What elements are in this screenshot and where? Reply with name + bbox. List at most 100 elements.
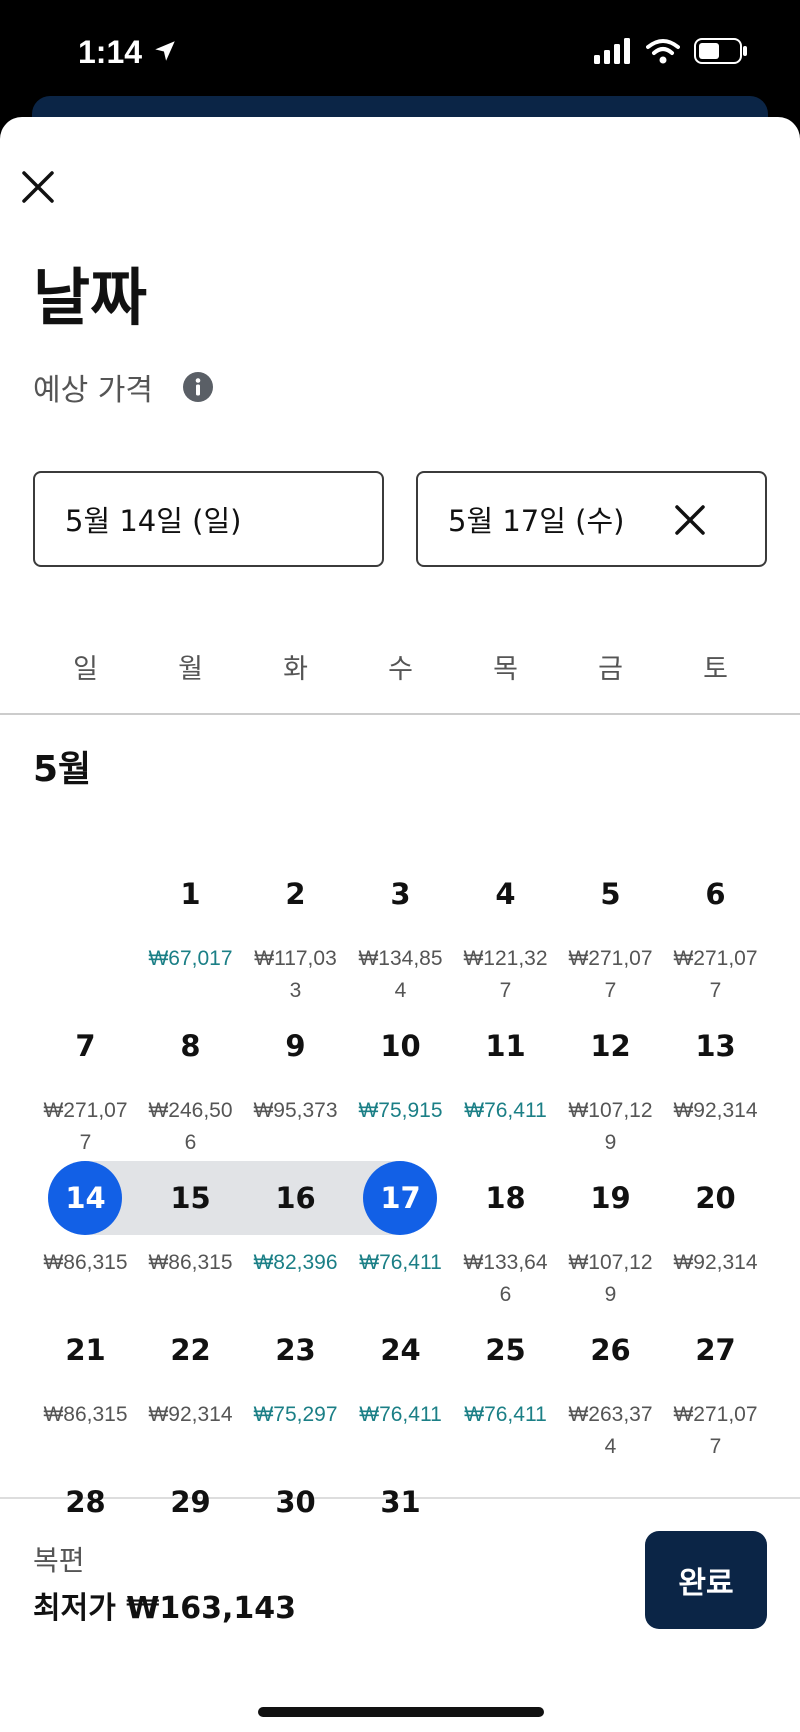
day-number: 6: [705, 877, 726, 911]
calendar-day-17[interactable]: 17 ₩76,411: [348, 1161, 453, 1313]
day-number: 19: [590, 1181, 631, 1215]
day-number: 15: [170, 1181, 211, 1215]
date-picker-sheet: 날짜 예상 가격 5월 14일 (일) 5월 17일 (수) 일 월 화 수 목 금 토 5…: [0, 117, 800, 1732]
day-price: ₩92,314: [148, 1403, 233, 1426]
battery-icon: [694, 38, 748, 68]
calendar-day-20[interactable]: 20 ₩92,314: [663, 1161, 768, 1313]
day-price: ₩86,315: [43, 1403, 128, 1426]
day-number: 2: [285, 877, 306, 911]
calendar-week-row: 7 ₩271,077 8 ₩246,506 9 ₩95,373 10 ₩75,915 11 ₩76…: [33, 1009, 768, 1161]
day-number: 25: [485, 1333, 526, 1367]
day-number: 1: [180, 877, 201, 911]
day-price: ₩271,077: [43, 1099, 128, 1154]
day-price: ₩92,314: [673, 1099, 758, 1122]
weekday-label: 화: [283, 654, 308, 685]
calendar-day-26[interactable]: 26 ₩263,374: [558, 1313, 663, 1465]
estimated-price-label: 예상 가격: [33, 373, 153, 408]
calendar-day-23[interactable]: 23 ₩75,297: [243, 1313, 348, 1465]
day-number: [33, 857, 138, 931]
day-number: 22: [170, 1333, 211, 1367]
day-price: ₩82,396: [253, 1251, 338, 1274]
day-number: 11: [485, 1029, 526, 1063]
calendar-day-11[interactable]: 11 ₩76,411: [453, 1009, 558, 1161]
calendar-day-18[interactable]: 18 ₩133,646: [453, 1161, 558, 1313]
info-icon[interactable]: [182, 372, 213, 402]
day-number: 29: [170, 1485, 211, 1519]
calendar-day-8[interactable]: 8 ₩246,506: [138, 1009, 243, 1161]
end-date-value: 5월 17일 (수): [448, 504, 625, 538]
day-number: 13: [695, 1029, 736, 1063]
day-price: ₩271,077: [673, 1403, 758, 1458]
day-price: ₩92,314: [673, 1251, 758, 1274]
day-number: 10: [380, 1029, 421, 1063]
status-bar: 1:14: [0, 0, 800, 110]
clear-date-button[interactable]: [673, 503, 707, 537]
calendar-day-1[interactable]: 1 ₩67,017: [138, 857, 243, 1009]
weekday-label: 월: [178, 654, 203, 685]
start-date-field[interactable]: 5월 14일 (일): [33, 471, 384, 567]
day-number: 27: [695, 1333, 736, 1367]
close-icon: [22, 171, 54, 203]
day-price: ₩263,374: [568, 1403, 653, 1458]
calendar-day-6[interactable]: 6 ₩271,077: [663, 857, 768, 1009]
calendar-day-21[interactable]: 21 ₩86,315: [33, 1313, 138, 1465]
day-price: ₩75,915: [358, 1099, 443, 1122]
calendar-day-16[interactable]: 16 ₩82,396: [243, 1161, 348, 1313]
day-number: 12: [590, 1029, 631, 1063]
page-title: 날짜: [33, 261, 148, 334]
close-button[interactable]: [18, 167, 58, 207]
day-price: ₩134,854: [358, 947, 443, 1002]
calendar-day-4[interactable]: 4 ₩121,327: [453, 857, 558, 1009]
day-price: ₩271,077: [568, 947, 653, 1002]
fare-type-label: 복편: [33, 1544, 85, 1577]
day-price: ₩86,315: [43, 1251, 128, 1274]
done-button[interactable]: 완료: [645, 1531, 767, 1629]
calendar-day-15[interactable]: 15 ₩86,315: [138, 1161, 243, 1313]
day-number: 20: [695, 1181, 736, 1215]
day-number: 16: [275, 1181, 316, 1215]
calendar-day-25[interactable]: 25 ₩76,411: [453, 1313, 558, 1465]
day-number: [558, 1465, 663, 1539]
calendar-empty-cell: [33, 857, 138, 1009]
weekday-label: 수: [388, 654, 413, 685]
calendar-day-5[interactable]: 5 ₩271,077: [558, 857, 663, 1009]
clear-icon: [675, 505, 705, 535]
location-arrow-icon: [152, 38, 178, 68]
day-price: ₩117,033: [254, 947, 337, 1002]
day-number: 8: [180, 1029, 201, 1063]
calendar-week-row: 14 ₩86,315 15 ₩86,315 16 ₩82,396 17 ₩76,411 18 ₩1…: [33, 1161, 768, 1313]
day-number: 21: [65, 1333, 106, 1367]
calendar-day-7[interactable]: 7 ₩271,077: [33, 1009, 138, 1161]
calendar-day-14[interactable]: 14 ₩86,315: [33, 1161, 138, 1313]
calendar-day-9[interactable]: 9 ₩95,373: [243, 1009, 348, 1161]
day-price: ₩246,506: [148, 1099, 233, 1154]
weekday-label: 금: [598, 654, 623, 685]
day-price: ₩76,411: [464, 1099, 547, 1122]
day-number: 7: [75, 1029, 96, 1063]
calendar-day-10[interactable]: 10 ₩75,915: [348, 1009, 453, 1161]
lowest-price-label: 최저가 ₩163,143: [33, 1591, 296, 1626]
calendar-day-24[interactable]: 24 ₩76,411: [348, 1313, 453, 1465]
day-price: ₩76,411: [464, 1403, 547, 1426]
calendar-day-2[interactable]: 2 ₩117,033: [243, 857, 348, 1009]
calendar-day-27[interactable]: 27 ₩271,077: [663, 1313, 768, 1465]
calendar-day-22[interactable]: 22 ₩92,314: [138, 1313, 243, 1465]
calendar-day-13[interactable]: 13 ₩92,314: [663, 1009, 768, 1161]
day-price: ₩75,297: [253, 1403, 338, 1426]
subtitle-row: 예상 가격: [33, 365, 213, 409]
day-price: ₩95,373: [253, 1099, 338, 1122]
weekday-header: 일월화수목금토: [33, 647, 768, 686]
calendar-grid: 1 ₩67,017 2 ₩117,033 3 ₩134,854 4 ₩121,327 5 ₩271…: [33, 857, 768, 1617]
calendar-week-row: 21 ₩86,315 22 ₩92,314 23 ₩75,297 24 ₩76,411 25 ₩7…: [33, 1313, 768, 1465]
start-date-value: 5월 14일 (일): [65, 504, 242, 538]
day-number: 31: [380, 1485, 421, 1519]
calendar-week-row: 1 ₩67,017 2 ₩117,033 3 ₩134,854 4 ₩121,327 5 ₩271…: [33, 857, 768, 1009]
calendar-day-19[interactable]: 19 ₩107,129: [558, 1161, 663, 1313]
day-price: ₩133,646: [463, 1251, 548, 1306]
end-date-field[interactable]: 5월 17일 (수): [416, 471, 767, 567]
calendar-day-12[interactable]: 12 ₩107,129: [558, 1009, 663, 1161]
day-price: ₩76,411: [359, 1251, 442, 1274]
day-number: 14: [65, 1181, 106, 1215]
calendar-day-3[interactable]: 3 ₩134,854: [348, 857, 453, 1009]
day-number: [453, 1465, 558, 1539]
